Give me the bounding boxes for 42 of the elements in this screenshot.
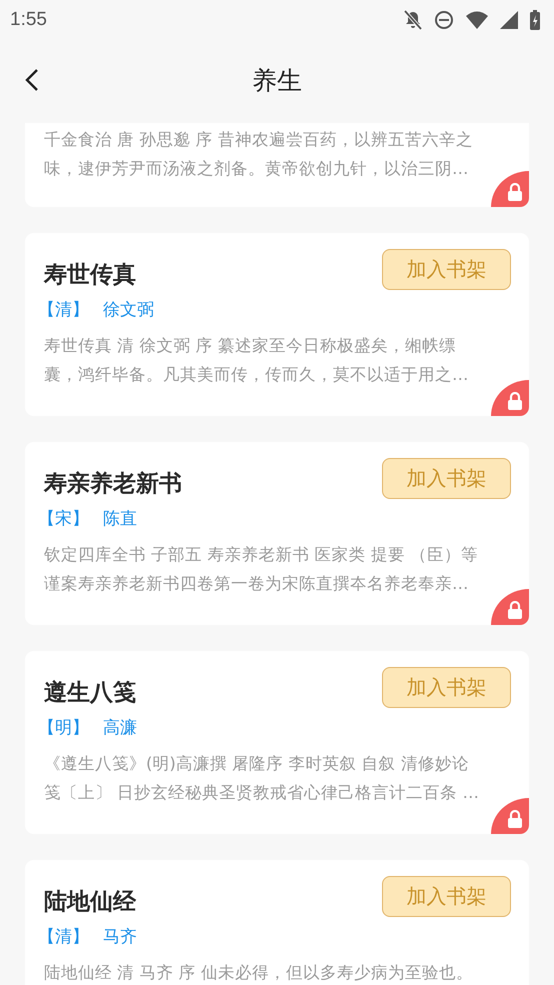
book-title: 遵生八笺 bbox=[44, 679, 136, 708]
do-not-disturb-icon bbox=[434, 10, 454, 30]
book-title: 陆地仙经 bbox=[44, 888, 136, 917]
author-link[interactable]: 徐文弼 bbox=[103, 298, 154, 321]
author-link[interactable]: 陈直 bbox=[103, 507, 137, 530]
author-link[interactable]: 马齐 bbox=[103, 925, 137, 948]
book-card[interactable]: 陆地仙经 加入书架 【清】 马齐 陆地仙经 清 马齐 序 仙未必得，但以多寿少病为至验也。 bbox=[25, 860, 529, 985]
page-title: 养生 bbox=[252, 64, 302, 96]
book-card[interactable]: 寿世传真 加入书架 【清】 徐文弼 寿世传真 清 徐文弼 序 纂述家至今日称极盛矣，缃帙缥 囊，鸿纤毕备。凡其美而传，传而久，莫不以适于用之… bbox=[25, 233, 529, 416]
description-line: 寿世传真 清 徐文弼 序 纂述家至今日称极盛矣，缃帙缥 bbox=[44, 335, 457, 357]
book-card[interactable]: 遵生八笺 加入书架 【明】 高濂 《遵生八笺》(明)高濂撰 屠隆序 李时英叙 自叙 清修妙论 笺〔上〕 日抄玄经秘典圣贤教戒省心律己格言计二百条 … bbox=[25, 651, 529, 834]
description-line: 《遵生八笺》(明)高濂撰 屠隆序 李时英叙 自叙 清修妙论 bbox=[44, 753, 470, 775]
author-link[interactable]: 高濂 bbox=[103, 716, 137, 739]
book-title: 寿亲养老新书 bbox=[44, 470, 182, 499]
lock-icon bbox=[507, 183, 523, 201]
description-line: 囊，鸿纤毕备。凡其美而传，传而久，莫不以适于用之… bbox=[44, 364, 470, 386]
dynasty-label: 【清】 bbox=[38, 926, 89, 948]
dynasty-label: 【宋】 bbox=[38, 508, 89, 530]
add-to-shelf-button[interactable]: 加入书架 bbox=[382, 876, 511, 917]
description-line: 千金食治 唐 孙思邈 序 昔神农遍尝百药，以辨五苦六辛之 bbox=[44, 129, 474, 151]
dynasty-label: 【明】 bbox=[38, 717, 89, 739]
add-to-shelf-button[interactable]: 加入书架 bbox=[382, 458, 511, 499]
back-icon[interactable] bbox=[25, 68, 39, 92]
status-time: 1:55 bbox=[10, 9, 47, 31]
description-line: 笺〔上〕 日抄玄经秘典圣贤教戒省心律己格言计二百条 … bbox=[44, 782, 480, 804]
description-line: 陆地仙经 清 马齐 序 仙未必得，但以多寿少病为至验也。 bbox=[44, 962, 474, 984]
lock-icon bbox=[507, 601, 523, 619]
bell-off-icon bbox=[404, 10, 422, 30]
book-title: 寿世传真 bbox=[44, 261, 136, 290]
battery-icon bbox=[530, 10, 540, 30]
lock-icon bbox=[507, 392, 523, 410]
book-card[interactable]: 千金食治 唐 孙思邈 序 昔神农遍尝百药，以辨五苦六辛之 味，逮伊芳尹而汤液之剂备。黄帝欲创九针，以治三阴… bbox=[25, 123, 529, 207]
description-line: 谨案寿亲养老新书四卷第一卷为宋陈直撰夲名养老奉亲… bbox=[44, 573, 470, 595]
description-line: 味，逮伊芳尹而汤液之剂备。黄帝欲创九针，以治三阴… bbox=[44, 158, 470, 180]
wifi-icon bbox=[466, 11, 488, 29]
add-to-shelf-button[interactable]: 加入书架 bbox=[382, 667, 511, 708]
dynasty-label: 【清】 bbox=[38, 299, 89, 321]
lock-icon bbox=[507, 810, 523, 828]
signal-icon bbox=[500, 11, 518, 29]
add-to-shelf-button[interactable]: 加入书架 bbox=[382, 249, 511, 290]
description-line: 钦定四库全书 子部五 寿亲养老新书 医家类 提要 （臣）等 bbox=[44, 544, 480, 566]
book-card[interactable]: 寿亲养老新书 加入书架 【宋】 陈直 钦定四库全书 子部五 寿亲养老新书 医家类 提要 （臣）等 谨案寿亲养老新书四卷第一卷为宋陈直撰夲名养老奉亲… bbox=[25, 442, 529, 625]
